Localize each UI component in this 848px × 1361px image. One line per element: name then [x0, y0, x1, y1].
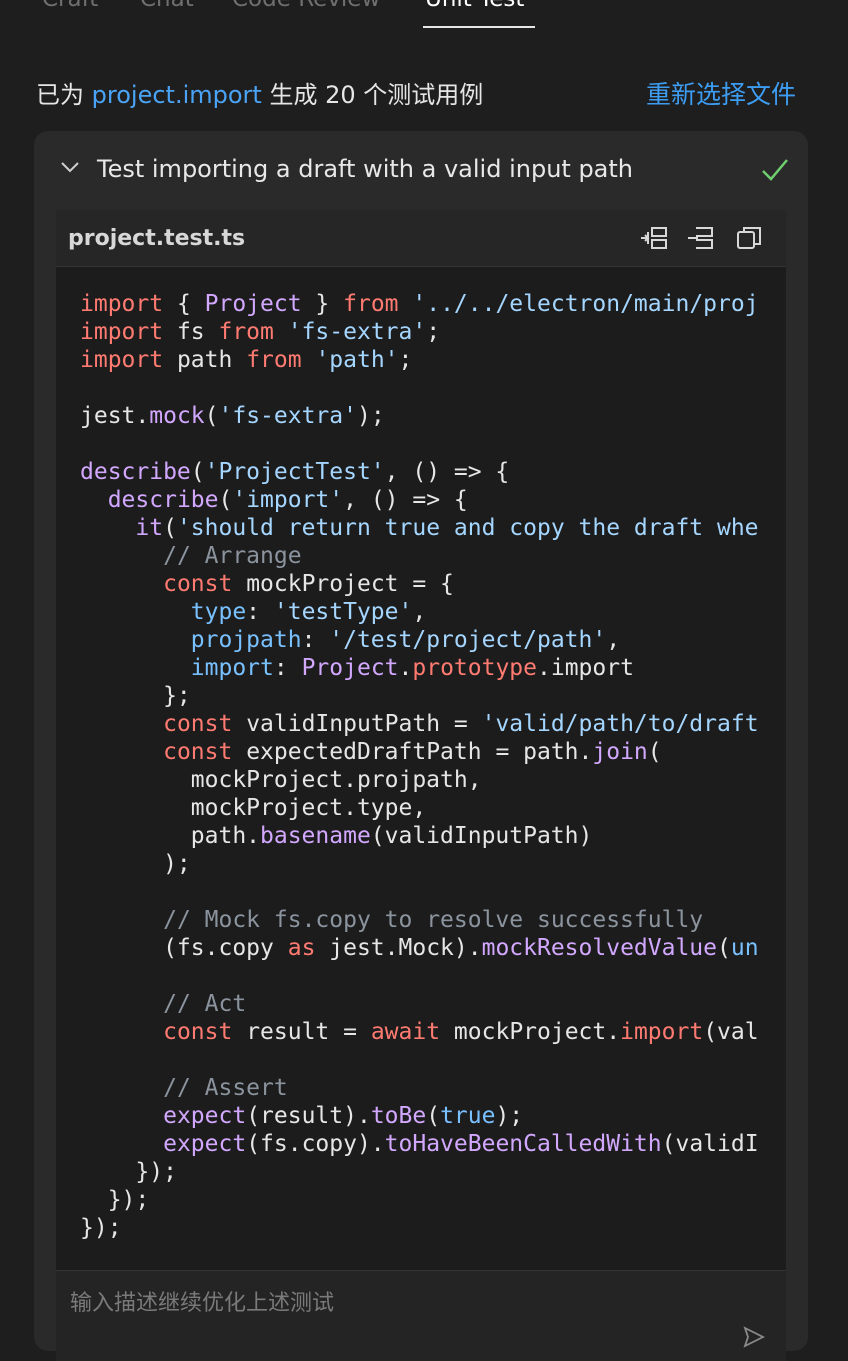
code-block-header: project.test.ts: [56, 210, 786, 267]
code-line: mockProject.projpath,: [80, 767, 482, 793]
refine-prompt-area: [56, 1270, 786, 1361]
code-line: (fs.copy as jest.Mock).mockResolvedValue…: [80, 935, 759, 961]
code-line: });: [80, 1159, 177, 1185]
tab-unit-test[interactable]: Unit Test: [425, 0, 524, 12]
send-icon[interactable]: [742, 1325, 766, 1349]
code-line: describe('import', () => {: [107, 487, 468, 513]
generation-summary: 已为 project.import 生成 20 个测试用例: [36, 75, 483, 110]
code-line: import fs from 'fs-extra';: [80, 319, 441, 345]
code-line: });: [80, 1187, 150, 1213]
code-line: expect(result).toBe(true);: [163, 1103, 524, 1129]
code-line: path.basename(validInputPath): [80, 823, 593, 849]
copy-icon[interactable]: [734, 222, 766, 254]
summary-suffix: 生成 20 个测试用例: [261, 81, 484, 109]
test-case-card: Test importing a draft with a valid inpu…: [34, 131, 808, 1361]
code-line: };: [80, 683, 191, 709]
test-case-header[interactable]: Test importing a draft with a valid inpu…: [34, 131, 808, 209]
code-line: type: 'testType',: [190, 599, 427, 625]
code-line: // Arrange: [163, 543, 302, 569]
tab-code-review[interactable]: Code Review: [232, 0, 380, 12]
active-tab-indicator: [423, 26, 535, 28]
summary-target-link[interactable]: project.import: [92, 81, 262, 109]
code-line: it('should return true and copy the draf…: [135, 515, 759, 541]
code-line: describe('ProjectTest', () => {: [80, 459, 510, 485]
code-line: const expectedDraftPath = path.join(: [163, 739, 662, 765]
code-line: expect(fs.copy).toHaveBeenCalledWith(val…: [163, 1131, 759, 1157]
tab-chat[interactable]: Chat: [140, 0, 194, 12]
code-line: });: [80, 1215, 122, 1241]
code-line: // Act: [163, 991, 247, 1017]
check-icon: [762, 159, 788, 181]
code-line: jest.mock('fs-extra');: [80, 403, 385, 429]
refine-prompt-input[interactable]: [68, 1285, 712, 1321]
tab-craft[interactable]: Craft: [42, 0, 98, 12]
code-file-name: project.test.ts: [68, 226, 246, 251]
code-line: import: Project.prototype.import: [190, 655, 634, 681]
code-content: import { Project } from '../../electron/…: [80, 290, 759, 1242]
code-block: project.test.ts import { Project } from …: [56, 210, 786, 1270]
code-line: // Assert: [163, 1075, 288, 1101]
summary-prefix: 已为: [36, 81, 92, 109]
code-line: );: [80, 851, 191, 877]
code-line: const validInputPath = 'valid/path/to/dr…: [163, 711, 759, 737]
code-line: mockProject.type,: [80, 795, 427, 821]
insert-left-icon[interactable]: [638, 222, 670, 254]
code-line: const mockProject = {: [163, 571, 454, 597]
test-case-title: Test importing a draft with a valid inpu…: [97, 155, 634, 183]
code-line: projpath: '/test/project/path',: [190, 627, 621, 653]
tab-bar: Craft Chat Code Review Unit Test: [0, 0, 848, 30]
code-line: const result = await mockProject.import(…: [163, 1019, 759, 1045]
chevron-down-icon[interactable]: [60, 157, 80, 177]
code-line: // Mock fs.copy to resolve successfully: [163, 907, 704, 933]
code-line: import { Project } from '../../electron/…: [80, 291, 759, 317]
reselect-file-button[interactable]: 重新选择文件: [646, 75, 796, 111]
insert-right-icon[interactable]: [686, 222, 718, 254]
code-line: import path from 'path';: [80, 347, 413, 373]
